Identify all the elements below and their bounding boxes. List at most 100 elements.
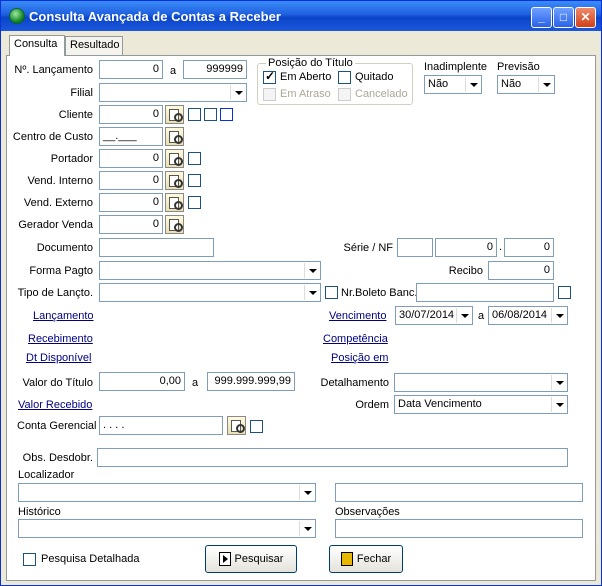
valor-to-input[interactable]: 999.999.999,99 bbox=[207, 372, 295, 391]
valor-recebido-link[interactable]: Valor Recebido bbox=[18, 399, 92, 411]
centro-custo-input[interactable]: __.___ bbox=[99, 127, 163, 146]
historico-select[interactable] bbox=[18, 519, 316, 538]
vencimento-from-value: 30/07/2014 bbox=[399, 309, 455, 321]
gerador-venda-search-icon[interactable] bbox=[165, 215, 184, 234]
tab-resultado[interactable]: Resultado bbox=[65, 36, 123, 55]
portador-label: Portador bbox=[50, 153, 93, 165]
close-button[interactable]: ✕ bbox=[575, 7, 596, 28]
serie-nf-label: Série / NF bbox=[343, 242, 393, 254]
lancamento-link[interactable]: Lançamento bbox=[33, 310, 94, 322]
quitado-label: Quitado bbox=[355, 71, 394, 83]
gerador-venda-label: Gerador Venda bbox=[18, 219, 93, 231]
maximize-button[interactable]: □ bbox=[553, 7, 574, 28]
cliente-checkbox-2[interactable] bbox=[204, 108, 217, 121]
minimize-button[interactable]: _ bbox=[531, 7, 552, 28]
inadimplente-select[interactable]: Não bbox=[424, 75, 482, 94]
chevron-down-icon bbox=[551, 375, 566, 390]
valor-titulo-label: Valor do Título bbox=[22, 377, 93, 389]
fechar-button[interactable]: Fechar bbox=[329, 545, 403, 573]
lancamento-to-input[interactable]: 999999 bbox=[183, 60, 247, 79]
conta-gerencial-search-icon[interactable] bbox=[227, 416, 246, 435]
previsao-value: Não bbox=[501, 78, 522, 90]
pesquisar-button[interactable]: Pesquisar bbox=[205, 545, 297, 573]
centro-custo-label: Centro de Custo bbox=[12, 131, 93, 143]
nf-input[interactable]: 0 bbox=[435, 238, 497, 257]
pesquisa-detalhada-label: Pesquisa Detalhada bbox=[41, 553, 140, 565]
tab-consulta[interactable]: Consulta bbox=[9, 35, 65, 56]
filial-label: Filial bbox=[70, 87, 93, 99]
inadimplente-value: Não bbox=[428, 78, 449, 90]
nf-dot: . bbox=[499, 241, 503, 253]
detalhamento-select[interactable] bbox=[394, 373, 568, 392]
em-atraso-checkbox[interactable] bbox=[263, 88, 276, 101]
gerador-venda-input[interactable]: 0 bbox=[99, 215, 163, 234]
observacoes-input[interactable] bbox=[335, 519, 583, 538]
nr-boleto-checkbox[interactable] bbox=[325, 286, 338, 299]
pesquisa-detalhada-checkbox[interactable] bbox=[23, 553, 36, 566]
dt-disponivel-link[interactable]: Dt Disponível bbox=[26, 352, 91, 364]
obs-desdobr-input[interactable] bbox=[97, 448, 568, 467]
vend-externo-checkbox[interactable] bbox=[188, 196, 201, 209]
chevron-down-icon bbox=[538, 77, 553, 92]
window-title: Consulta Avançada de Contas a Receber bbox=[29, 9, 281, 24]
vencimento-link[interactable]: Vencimento bbox=[329, 310, 386, 322]
valor-from-input[interactable]: 0,00 bbox=[99, 372, 185, 391]
chevron-down-icon bbox=[551, 308, 566, 323]
chevron-down-icon bbox=[299, 521, 314, 536]
recibo-label: Recibo bbox=[448, 265, 483, 277]
conta-gerencial-input[interactable]: . . . . bbox=[99, 416, 223, 435]
forma-pagto-select[interactable] bbox=[99, 261, 321, 280]
cliente-search-icon[interactable] bbox=[165, 105, 184, 124]
inadimplente-label: Inadimplente bbox=[424, 61, 487, 73]
portador-search-icon[interactable] bbox=[165, 149, 184, 168]
quitado-checkbox[interactable] bbox=[338, 71, 351, 84]
obs-desdobr-label: Obs. Desdobr. bbox=[22, 452, 93, 464]
cancelado-label: Cancelado bbox=[355, 88, 408, 100]
conta-gerencial-checkbox[interactable] bbox=[250, 420, 263, 433]
vend-interno-checkbox[interactable] bbox=[188, 174, 201, 187]
portador-checkbox[interactable] bbox=[188, 152, 201, 165]
ordem-select[interactable]: Data Vencimento bbox=[394, 395, 568, 414]
vend-externo-input[interactable]: 0 bbox=[99, 193, 163, 212]
cliente-input[interactable]: 0 bbox=[99, 105, 163, 124]
nf-input-2[interactable]: 0 bbox=[504, 238, 554, 257]
tipo-lancto-select[interactable] bbox=[99, 283, 321, 302]
conta-gerencial-label: Conta Gerencial bbox=[17, 420, 97, 432]
centro-custo-search-icon[interactable] bbox=[165, 127, 184, 146]
cliente-checkbox-3[interactable] bbox=[220, 108, 233, 121]
vencimento-from-select[interactable]: 30/07/2014 bbox=[395, 306, 473, 325]
chevron-down-icon bbox=[551, 397, 566, 412]
recibo-input[interactable]: 0 bbox=[488, 261, 554, 280]
localizador-text-input[interactable] bbox=[335, 483, 583, 502]
vend-interno-search-icon[interactable] bbox=[165, 171, 184, 190]
title-bar[interactable]: Consulta Avançada de Contas a Receber _ … bbox=[1, 1, 601, 31]
localizador-select[interactable] bbox=[18, 483, 316, 502]
documento-input[interactable] bbox=[99, 238, 214, 257]
competencia-link[interactable]: Competência bbox=[323, 333, 388, 345]
historico-label: Histórico bbox=[18, 506, 61, 518]
em-atraso-label: Em Atraso bbox=[280, 88, 331, 100]
lancamento-from-input[interactable]: 0 bbox=[99, 60, 163, 79]
em-aberto-label: Em Aberto bbox=[280, 71, 332, 83]
previsao-select[interactable]: Não bbox=[497, 75, 555, 94]
vencimento-a-label: a bbox=[478, 310, 485, 322]
vend-externo-search-icon[interactable] bbox=[165, 193, 184, 212]
posicao-em-link[interactable]: Posição em bbox=[331, 352, 388, 364]
em-aberto-checkbox[interactable] bbox=[263, 69, 276, 84]
main-window: Consulta Avançada de Contas a Receber _ … bbox=[0, 0, 602, 586]
nr-boleto-input[interactable] bbox=[416, 283, 554, 302]
previsao-label: Previsão bbox=[497, 61, 540, 73]
serie-input[interactable] bbox=[397, 238, 433, 257]
vencimento-to-value: 06/08/2014 bbox=[492, 309, 548, 321]
vend-interno-input[interactable]: 0 bbox=[99, 171, 163, 190]
globe-icon bbox=[9, 8, 25, 24]
posicao-legend: Posição do Título bbox=[266, 57, 355, 69]
nr-boleto-checkbox-2[interactable] bbox=[558, 286, 571, 299]
lancamento-a-label: a bbox=[170, 65, 177, 77]
cancelado-checkbox[interactable] bbox=[338, 88, 351, 101]
portador-input[interactable]: 0 bbox=[99, 149, 163, 168]
recebimento-link[interactable]: Recebimento bbox=[28, 333, 93, 345]
filial-select[interactable] bbox=[99, 83, 247, 102]
vencimento-to-select[interactable]: 06/08/2014 bbox=[488, 306, 568, 325]
cliente-checkbox-1[interactable] bbox=[188, 108, 201, 121]
